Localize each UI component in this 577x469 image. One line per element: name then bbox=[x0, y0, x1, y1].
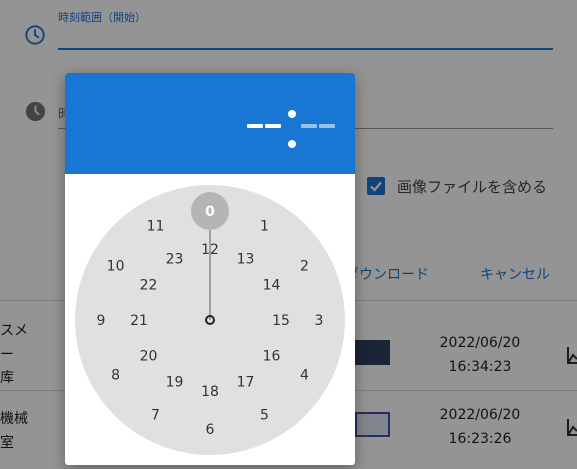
time-picker-dialog: -- -- 01234567891011 1213141516171819202… bbox=[65, 73, 355, 465]
time-picker-header: -- -- bbox=[65, 73, 355, 174]
hour-21[interactable]: 21 bbox=[130, 313, 148, 329]
hour-11[interactable]: 11 bbox=[147, 219, 165, 235]
hour-5[interactable]: 5 bbox=[260, 407, 269, 423]
minute-display[interactable]: -- bbox=[299, 122, 339, 130]
hour-14[interactable]: 14 bbox=[263, 278, 281, 294]
hour-2[interactable]: 2 bbox=[300, 259, 309, 275]
hour-7[interactable]: 7 bbox=[151, 407, 160, 423]
hour-9[interactable]: 9 bbox=[97, 313, 106, 329]
colon-dot-bottom bbox=[288, 140, 296, 148]
hour-19[interactable]: 19 bbox=[166, 375, 184, 391]
clock-face[interactable]: 01234567891011 121314151617181920212223 bbox=[65, 174, 355, 465]
hour-10[interactable]: 10 bbox=[107, 259, 125, 275]
hour-22[interactable]: 22 bbox=[140, 278, 158, 294]
hour-18[interactable]: 18 bbox=[201, 384, 219, 400]
hour-16[interactable]: 16 bbox=[263, 349, 281, 365]
hour-0[interactable]: 0 bbox=[205, 204, 215, 220]
hour-13[interactable]: 13 bbox=[237, 252, 255, 268]
hour-4[interactable]: 4 bbox=[300, 368, 309, 384]
hour-12[interactable]: 12 bbox=[201, 242, 219, 258]
hour-23[interactable]: 23 bbox=[166, 252, 184, 268]
hour-display[interactable]: -- bbox=[245, 122, 285, 130]
hour-8[interactable]: 8 bbox=[111, 368, 120, 384]
hour-1[interactable]: 1 bbox=[260, 219, 269, 235]
hour-15[interactable]: 15 bbox=[272, 313, 290, 329]
hour-17[interactable]: 17 bbox=[237, 375, 255, 391]
hour-20[interactable]: 20 bbox=[140, 349, 158, 365]
hour-6[interactable]: 6 bbox=[206, 422, 215, 438]
colon-dot-top bbox=[288, 110, 296, 118]
hour-3[interactable]: 3 bbox=[315, 313, 324, 329]
